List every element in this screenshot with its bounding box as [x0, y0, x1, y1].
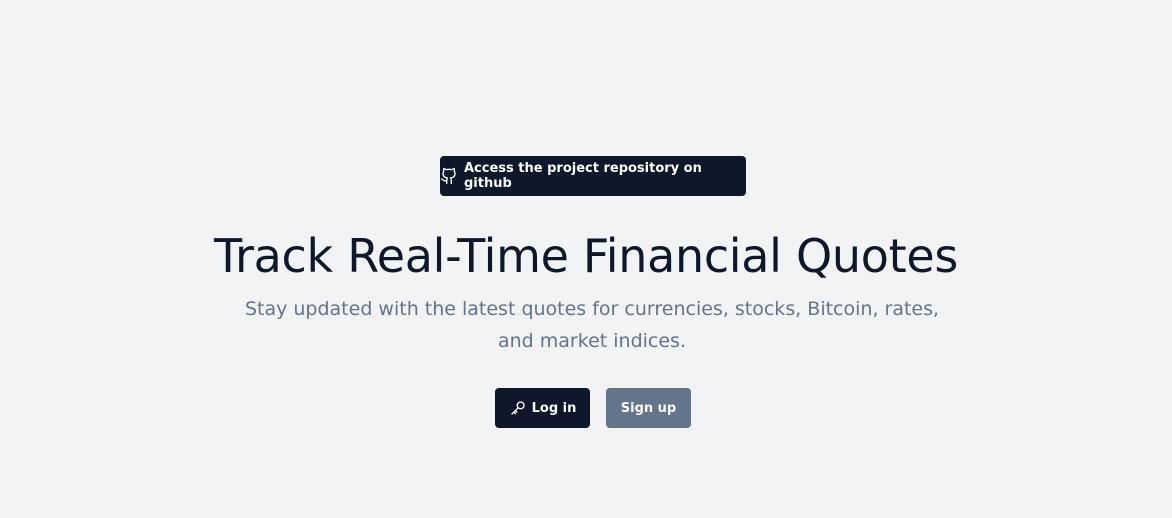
key-icon: [509, 399, 527, 417]
hero-section: Access the project repository on github …: [0, 0, 1172, 518]
signup-button-label: Sign up: [620, 400, 677, 416]
login-button-label: Log in: [531, 400, 577, 416]
signup-button[interactable]: Sign up: [606, 388, 691, 428]
github-repository-link[interactable]: Access the project repository on github: [440, 156, 746, 196]
github-link-label: Access the project repository on github: [464, 161, 702, 191]
page-subtitle: Stay updated with the latest quotes for …: [244, 298, 940, 352]
login-button[interactable]: Log in: [495, 388, 590, 428]
github-icon: [440, 167, 458, 185]
page-title: Track Real-Time Financial Quotes: [214, 229, 958, 283]
